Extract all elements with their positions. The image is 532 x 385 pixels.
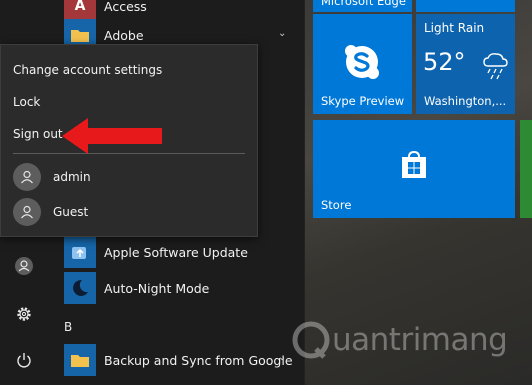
watermark: uantrimang [290, 318, 512, 362]
watermark-text: uantrimang [332, 322, 508, 358]
avatar [13, 163, 41, 191]
app-label: Access [104, 0, 147, 14]
rain-cloud-icon [483, 53, 508, 80]
chevron-down-icon[interactable]: ⌄ [278, 28, 286, 39]
weather-temperature: 52° [423, 48, 466, 76]
lock-item[interactable]: Lock [13, 95, 40, 109]
watermark-logo-icon [292, 321, 330, 359]
section-letter[interactable]: B [64, 320, 72, 334]
weather-condition: Light Rain [424, 21, 485, 35]
app-label: Adobe [104, 27, 144, 43]
user-account-button[interactable] [12, 254, 36, 278]
start-menu-screen: { "apps": [ {"label": "Access"}, {"label… [0, 0, 532, 385]
tile-label: Store [321, 198, 352, 212]
avatar [13, 198, 41, 226]
app-label: Backup and Sync from Google [104, 352, 293, 368]
tile-top-partial[interactable] [416, 0, 515, 12]
app-label: Auto-Night Mode [104, 280, 210, 296]
power-button[interactable] [12, 348, 36, 372]
change-account-settings-item[interactable]: Change account settings [13, 63, 162, 77]
folder-icon [64, 344, 96, 376]
tile-microsoft-edge[interactable]: Microsoft Edge [313, 0, 412, 12]
user-switch-admin[interactable]: admin [13, 161, 91, 193]
user-icon [15, 257, 33, 275]
app-item-apple-software-update[interactable]: Apple Software Update [64, 234, 248, 270]
user-name: admin [53, 170, 91, 184]
moon-icon [64, 272, 96, 304]
red-arrow-annotation [62, 118, 162, 154]
tile-skype-preview[interactable]: Skype Preview [313, 14, 412, 114]
user-icon [21, 170, 33, 184]
user-name: Guest [53, 205, 89, 219]
store-bag-icon [402, 150, 426, 178]
settings-button[interactable] [12, 302, 36, 326]
weather-location: Washington,... [424, 94, 507, 108]
gear-icon [17, 307, 31, 321]
app-item-backup-and-sync[interactable]: Backup and Sync from Google [64, 342, 293, 378]
tile-label: Skype Preview [321, 94, 405, 108]
tile-weather[interactable]: Light Rain 52° Washington,... [416, 14, 515, 114]
app-item-auto-night-mode[interactable]: Auto-Night Mode [64, 270, 209, 306]
app-label: Apple Software Update [104, 244, 248, 260]
user-switch-guest[interactable]: Guest [13, 196, 88, 228]
tile-label: Microsoft Edge [321, 0, 406, 8]
skype-icon [345, 45, 379, 79]
user-icon [21, 205, 33, 219]
chevron-down-icon[interactable]: ⌄ [278, 352, 286, 363]
tile-green-partial[interactable] [520, 120, 532, 218]
sign-out-item[interactable]: Sign out [13, 127, 63, 141]
power-icon [17, 353, 31, 368]
tile-store[interactable]: Store [313, 120, 515, 218]
apple-update-icon [64, 236, 96, 268]
